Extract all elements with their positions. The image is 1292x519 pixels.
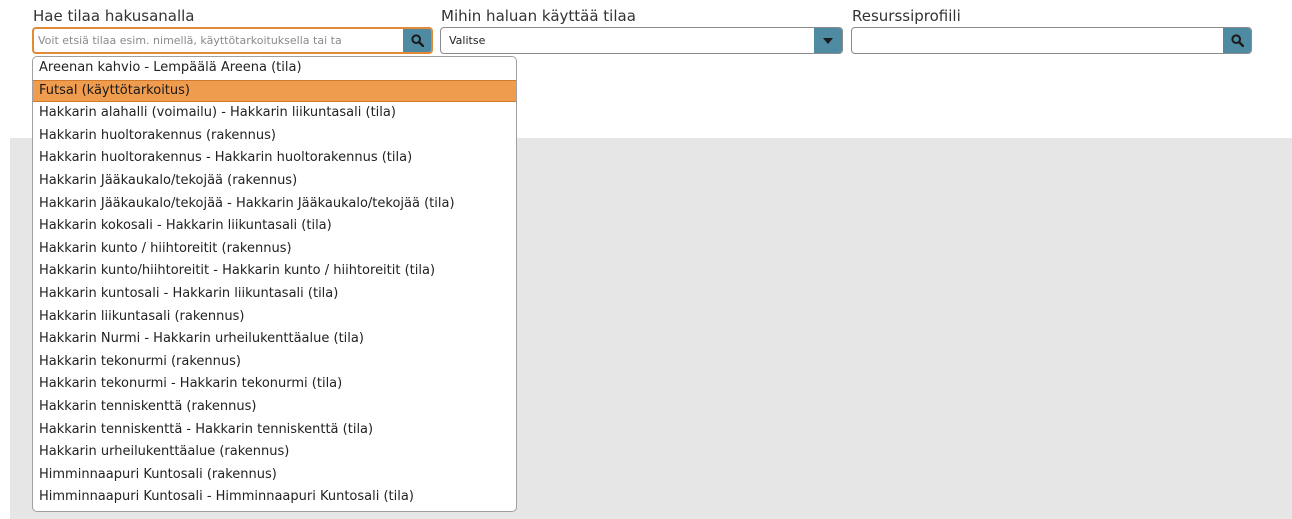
resource-profile-field (851, 27, 1252, 54)
search-label: Hae tilaa hakusanalla (33, 7, 195, 25)
suggestion-item[interactable]: Hakkarin urheilukenttäalue (rakennus) (33, 441, 516, 464)
usage-selected-value: Valitse (449, 34, 486, 47)
usage-select-toggle[interactable] (814, 28, 842, 53)
suggestion-item[interactable]: Hakkarin tekonurmi (rakennus) (33, 351, 516, 374)
search-field (32, 27, 433, 54)
resource-profile-input[interactable] (852, 28, 1224, 53)
caret-down-icon (823, 37, 833, 44)
suggestion-item[interactable]: Hakkarin kunto / hiihtoreitit (rakennus) (33, 238, 516, 261)
suggestion-item[interactable]: Hakkarin huoltorakennus - Hakkarin huolt… (33, 147, 516, 170)
suggestion-item[interactable]: Hakkarin tenniskenttä (rakennus) (33, 396, 516, 419)
suggestion-item[interactable]: Hakkarin tekonurmi - Hakkarin tekonurmi … (33, 373, 516, 396)
search-icon (410, 34, 424, 47)
suggestion-item[interactable]: Himminnaapuri Kuntosali (rakennus) (33, 464, 516, 487)
suggestion-item[interactable]: Futsal (käyttötarkoitus) (33, 79, 516, 103)
suggestion-item[interactable]: Hakkarin kokosali - Hakkarin liikuntasal… (33, 215, 516, 238)
resource-profile-label: Resurssiprofiili (852, 7, 961, 25)
suggestion-item[interactable]: Hakkarin kuntosali - Hakkarin liikuntasa… (33, 283, 516, 306)
suggestion-item[interactable]: Hakkarin huoltorakennus (rakennus) (33, 125, 516, 148)
usage-label: Mihin haluan käyttää tilaa (441, 7, 636, 25)
usage-select[interactable]: Valitse (440, 27, 843, 54)
search-input[interactable] (34, 29, 406, 52)
suggestion-item[interactable]: Hakkarin Jääkaukalo/tekojää - Hakkarin J… (33, 193, 516, 216)
suggestion-item[interactable]: Hakkarin alahalli (voimailu) - Hakkarin … (33, 102, 516, 125)
suggestion-item[interactable]: Hakkarin liikuntasali (rakennus) (33, 306, 516, 329)
suggestion-item[interactable]: Hakkarin Nurmi - Hakkarin urheilukenttäa… (33, 328, 516, 351)
suggestion-item[interactable]: Hakkarin tenniskenttä - Hakkarin tennisk… (33, 419, 516, 442)
search-icon (1230, 34, 1244, 47)
search-suggestions-dropdown: Areenan kahvio - Lempäälä Areena (tila) … (32, 56, 517, 512)
resource-profile-search-button[interactable] (1223, 28, 1251, 53)
suggestion-item[interactable]: Hakkarin Jääkaukalo/tekojää (rakennus) (33, 170, 516, 193)
suggestion-item[interactable]: Areenan kahvio - Lempäälä Areena (tila) (33, 57, 516, 80)
suggestion-item[interactable]: Hakkarin kunto/hiihtoreitit - Hakkarin k… (33, 260, 516, 283)
suggestion-item[interactable]: Himminnaapuri Kuntosali - Himminnaapuri … (33, 486, 516, 509)
search-button[interactable] (403, 29, 431, 52)
